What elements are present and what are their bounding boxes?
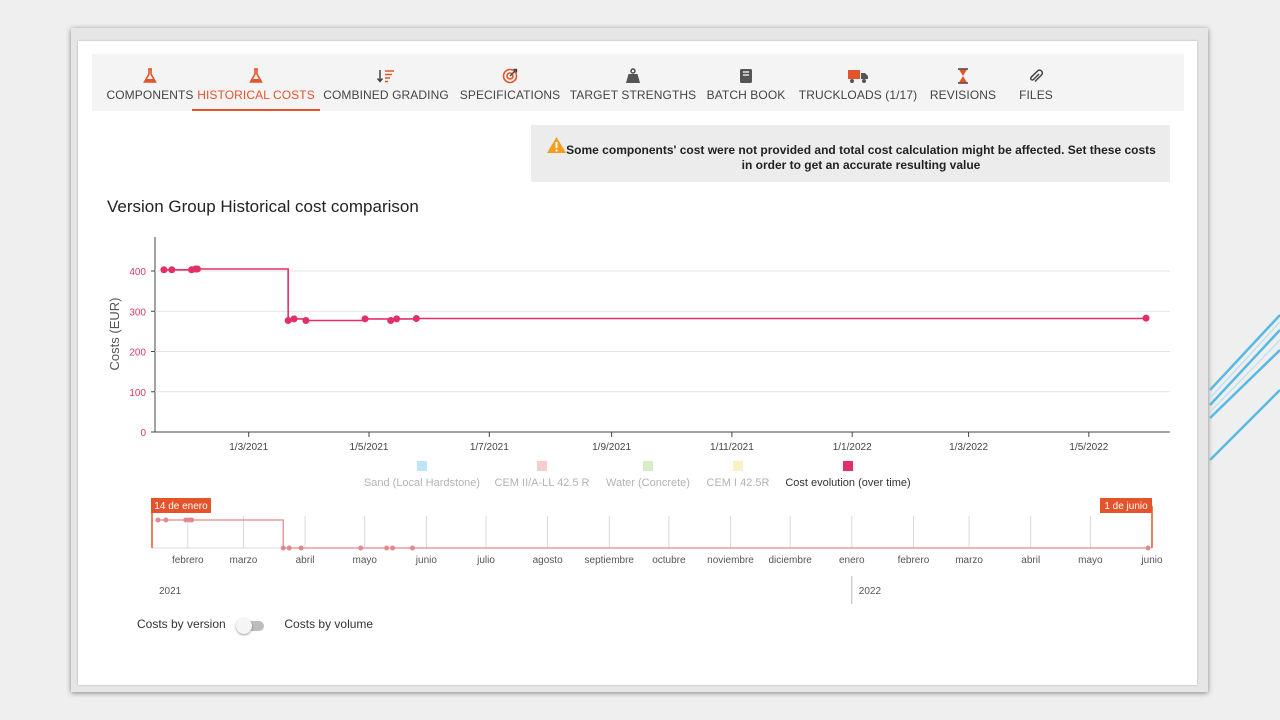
y-axis-label: Costs (EUR) xyxy=(107,298,122,371)
data-point[interactable] xyxy=(1142,314,1150,322)
navigator-point xyxy=(358,545,364,551)
costs-by-volume-label: Costs by volume xyxy=(284,617,374,631)
navigator-month-label: enero xyxy=(839,555,865,566)
navigator-month-label: febrero xyxy=(898,555,930,566)
navigator-month-label: junio xyxy=(1140,555,1163,566)
navigator-month-label: abril xyxy=(296,555,315,566)
data-point[interactable] xyxy=(160,266,168,274)
navigator-month-label: noviembre xyxy=(707,555,754,566)
legend-swatch xyxy=(643,461,653,471)
navigator-month-label: junio xyxy=(415,555,438,566)
legend-swatch xyxy=(843,461,853,471)
navigator-month-label: febrero xyxy=(172,555,204,566)
y-tick-label: 100 xyxy=(129,388,146,399)
navigator-month-label: marzo xyxy=(955,555,983,566)
navigator-point xyxy=(163,517,169,523)
navigator-point xyxy=(155,517,161,523)
data-point[interactable] xyxy=(412,314,420,322)
data-point[interactable] xyxy=(393,315,401,323)
legend-label: CEM I 42.5R xyxy=(707,477,770,489)
navigator-point xyxy=(384,545,390,551)
cost-chart: 0 100 200 300 400 1/3/2021 1/5/2021 1/7/2021 1/… xyxy=(107,237,1170,604)
legend-label: Cost evolution (over time) xyxy=(785,477,910,489)
y-tick-label: 200 xyxy=(129,348,146,359)
navigator-point xyxy=(1145,545,1151,551)
x-tick-label: 1/1/2022 xyxy=(833,442,872,453)
legend-label: CEM II/A-LL 42.5 R xyxy=(495,477,590,489)
navigator-point xyxy=(189,517,195,523)
decorative-lines xyxy=(1209,314,1280,461)
data-point[interactable] xyxy=(290,315,298,323)
navigator-point xyxy=(409,545,415,551)
data-point[interactable] xyxy=(302,317,310,325)
x-tick-label: 1/5/2022 xyxy=(1069,442,1108,453)
x-tick-label: 1/7/2021 xyxy=(470,442,509,453)
x-tick-label: 1/3/2021 xyxy=(229,442,268,453)
x-tick-label: 1/9/2021 xyxy=(592,442,631,453)
legend-label: Water (Concrete) xyxy=(606,477,690,489)
legend-label: Sand (Local Hardstone) xyxy=(364,477,480,489)
navigator-end-label: 1 de junio xyxy=(1104,501,1148,512)
navigator-start-label: 14 de enero xyxy=(154,501,208,512)
navigator-month-label: septiembre xyxy=(585,555,635,566)
navigator-month-label: marzo xyxy=(230,555,258,566)
data-point[interactable] xyxy=(284,317,292,325)
navigator-month-label: diciembre xyxy=(768,555,812,566)
data-point[interactable] xyxy=(168,266,176,274)
navigator-month-label: abril xyxy=(1021,555,1040,566)
navigator-point xyxy=(390,545,396,551)
legend-item[interactable]: Water (Concrete) xyxy=(606,461,690,489)
y-tick-label: 0 xyxy=(140,428,146,439)
data-point[interactable] xyxy=(193,265,201,273)
legend-item[interactable]: Sand (Local Hardstone) xyxy=(364,461,480,489)
cost-evolution-line xyxy=(163,268,1147,322)
navigator-month-label: mayo xyxy=(352,555,377,566)
navigator-month-label: octubre xyxy=(652,555,686,566)
legend-swatch xyxy=(417,461,427,471)
x-tick-label: 1/3/2022 xyxy=(949,442,988,453)
x-tick-label: 1/11/2021 xyxy=(710,442,754,453)
legend-item[interactable]: Cost evolution (over time) xyxy=(785,461,911,489)
y-tick-label: 400 xyxy=(129,267,146,278)
costs-by-version-label: Costs by version xyxy=(137,617,226,631)
navigator-series-line xyxy=(157,519,1149,549)
legend-swatch xyxy=(537,461,547,471)
x-tick-label: 1/5/2021 xyxy=(350,442,389,453)
legend-item[interactable]: CEM II/A-LL 42.5 R xyxy=(495,461,590,489)
navigator-year-label: 2021 xyxy=(159,586,182,597)
legend-item[interactable]: CEM I 42.5R xyxy=(707,461,770,489)
cost-mode-switch[interactable] xyxy=(236,618,264,634)
navigator-point xyxy=(286,545,292,551)
navigator-month-label: julio xyxy=(476,555,495,566)
y-tick-label: 300 xyxy=(129,307,146,318)
navigator-point xyxy=(280,545,286,551)
legend-swatch xyxy=(733,461,743,471)
data-point[interactable] xyxy=(361,315,369,323)
navigator-year-label: 2022 xyxy=(859,586,882,597)
data-point[interactable] xyxy=(387,317,395,325)
navigator-point xyxy=(298,545,304,551)
navigator-month-label: mayo xyxy=(1078,555,1103,566)
navigator-month-label: agosto xyxy=(533,555,563,566)
